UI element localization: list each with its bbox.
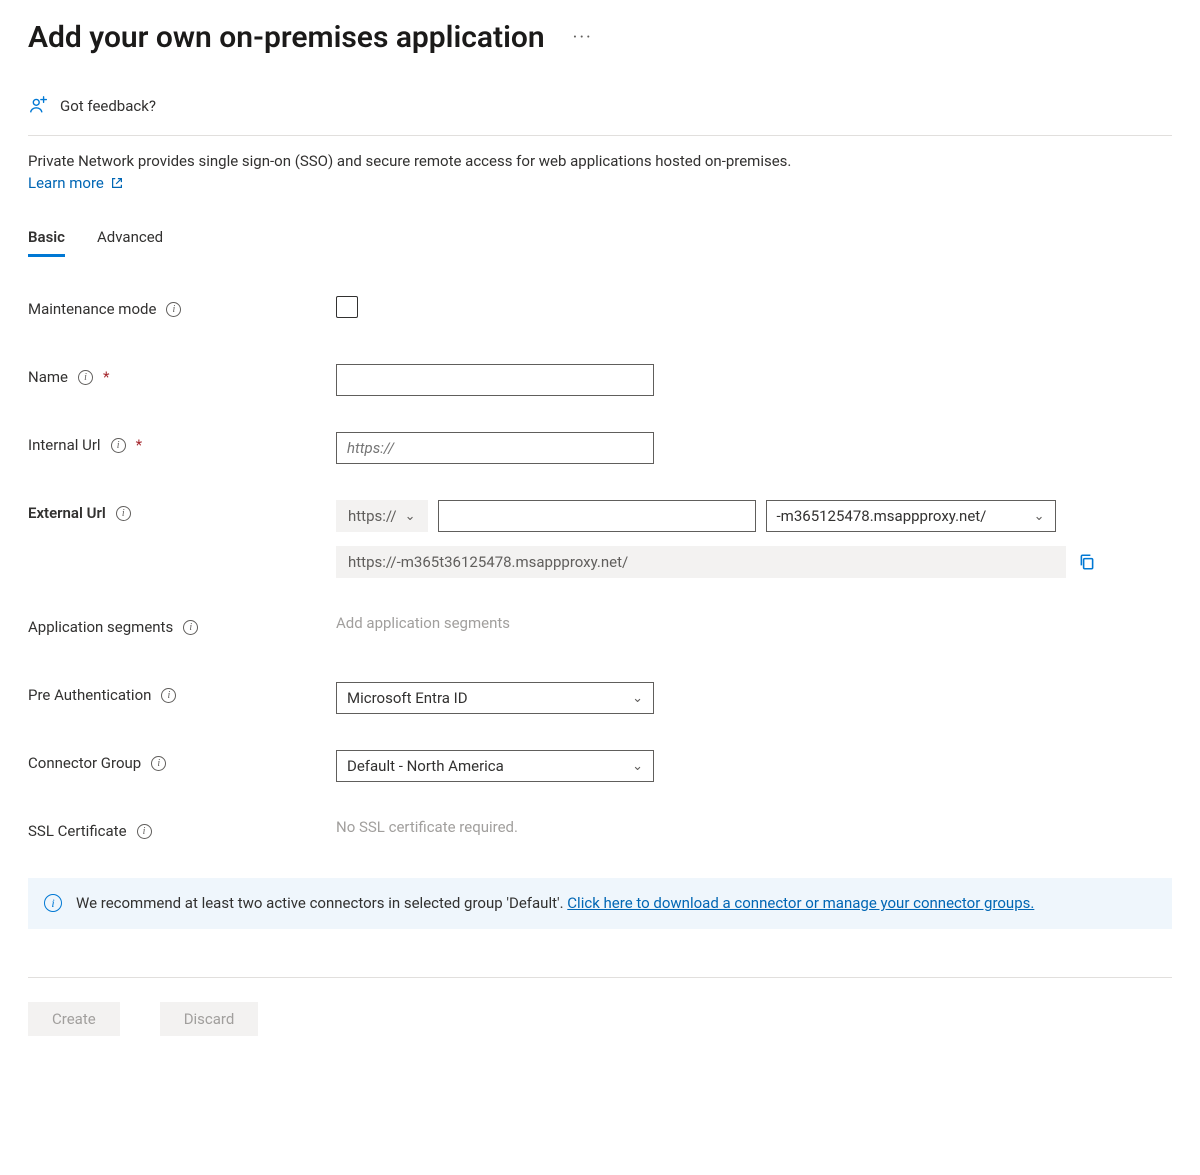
- ssl-cert-label: SSL Certificate: [28, 822, 127, 840]
- copy-icon[interactable]: [1078, 553, 1096, 571]
- tab-advanced[interactable]: Advanced: [97, 228, 163, 257]
- external-link-icon: [110, 176, 124, 190]
- pre-auth-value: Microsoft Entra ID: [347, 689, 468, 707]
- required-indicator: *: [103, 368, 109, 386]
- divider: [28, 977, 1172, 978]
- info-icon[interactable]: i: [151, 756, 166, 771]
- info-banner: i We recommend at least two active conne…: [28, 878, 1172, 929]
- feedback-label: Got feedback?: [60, 97, 156, 115]
- protocol-value: https://: [348, 507, 397, 525]
- banner-text: We recommend at least two active connect…: [76, 894, 567, 912]
- ssl-cert-note: No SSL certificate required.: [336, 818, 1172, 836]
- required-indicator: *: [136, 436, 142, 454]
- discard-button[interactable]: Discard: [160, 1002, 259, 1036]
- chevron-down-icon: ⌄: [632, 691, 643, 706]
- external-subdomain-input[interactable]: [438, 500, 756, 532]
- external-url-label: External Url: [28, 504, 106, 522]
- feedback-button[interactable]: Got feedback?: [28, 95, 1172, 136]
- create-button[interactable]: Create: [28, 1002, 120, 1036]
- info-icon[interactable]: i: [78, 370, 93, 385]
- application-segments-label: Application segments: [28, 618, 173, 636]
- more-actions-button[interactable]: ···: [569, 23, 597, 52]
- info-icon[interactable]: i: [183, 620, 198, 635]
- info-icon[interactable]: i: [111, 438, 126, 453]
- pre-auth-label: Pre Authentication: [28, 686, 151, 704]
- external-url-readout: https://-m365t36125478.msappproxy.net/: [336, 546, 1066, 578]
- intro-text: Private Network provides single sign-on …: [28, 152, 1172, 170]
- tabs: Basic Advanced: [28, 228, 1172, 258]
- connector-group-value: Default - North America: [347, 757, 504, 775]
- suffix-value: -m365125478.msappproxy.net/: [777, 507, 987, 525]
- connector-group-select[interactable]: Default - North America ⌄: [336, 750, 654, 782]
- add-application-segments-link[interactable]: Add application segments: [336, 614, 1172, 632]
- info-icon[interactable]: i: [166, 302, 181, 317]
- protocol-select[interactable]: https:// ⌄: [336, 500, 428, 532]
- info-icon: i: [44, 894, 62, 912]
- maintenance-mode-label: Maintenance mode: [28, 300, 156, 318]
- download-connector-link[interactable]: Click here to download a connector or ma…: [567, 894, 1034, 912]
- feedback-icon: [28, 95, 50, 117]
- internal-url-label: Internal Url: [28, 436, 101, 454]
- learn-more-link[interactable]: Learn more: [28, 174, 124, 192]
- tab-basic[interactable]: Basic: [28, 228, 65, 257]
- learn-more-label: Learn more: [28, 174, 104, 192]
- name-input[interactable]: [336, 364, 654, 396]
- chevron-down-icon: ⌄: [1034, 509, 1045, 524]
- info-icon[interactable]: i: [137, 824, 152, 839]
- info-icon[interactable]: i: [161, 688, 176, 703]
- pre-auth-select[interactable]: Microsoft Entra ID ⌄: [336, 682, 654, 714]
- name-label: Name: [28, 368, 68, 386]
- chevron-down-icon: ⌄: [632, 759, 643, 774]
- chevron-down-icon: ⌄: [405, 509, 416, 524]
- connector-group-label: Connector Group: [28, 754, 141, 772]
- page-title: Add your own on-premises application: [28, 20, 545, 55]
- maintenance-mode-checkbox[interactable]: [336, 296, 358, 318]
- internal-url-input[interactable]: [336, 432, 654, 464]
- external-suffix-select[interactable]: -m365125478.msappproxy.net/ ⌄: [766, 500, 1056, 532]
- info-icon[interactable]: i: [116, 506, 131, 521]
